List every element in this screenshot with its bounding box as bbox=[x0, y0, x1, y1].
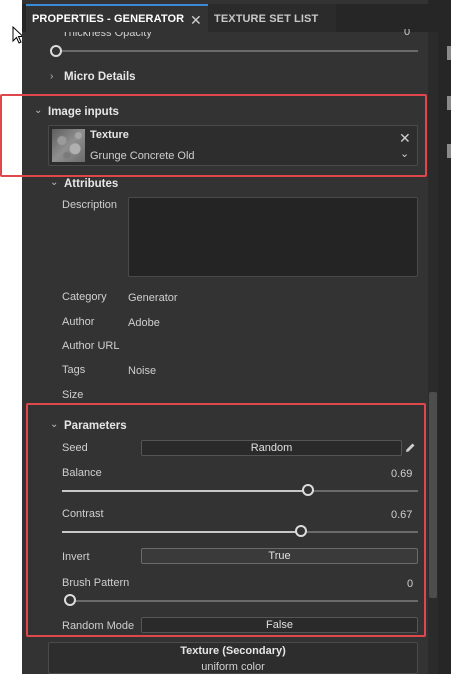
invert-label: Invert bbox=[62, 551, 90, 563]
chevron-down-icon[interactable]: ⌄ bbox=[400, 147, 409, 160]
tab-bar: PROPERTIES - GENERATOR ✕ TEXTURE SET LIS… bbox=[22, 4, 428, 32]
description-field[interactable] bbox=[128, 197, 418, 277]
texture-secondary-card[interactable]: Texture (Secondary) uniform color bbox=[48, 642, 418, 674]
tab-label: PROPERTIES - GENERATOR bbox=[32, 13, 185, 25]
brush-pattern-label: Brush Pattern bbox=[62, 577, 130, 589]
section-parameters[interactable]: Parameters bbox=[64, 420, 127, 432]
scrollbar-thumb[interactable] bbox=[429, 392, 437, 598]
section-micro-details[interactable]: Micro Details bbox=[64, 71, 136, 83]
properties-panel bbox=[22, 0, 428, 674]
texture-secondary-subtitle: uniform color bbox=[201, 661, 265, 673]
thickness-opacity-slider-handle[interactable] bbox=[50, 45, 62, 57]
tab-properties-generator[interactable]: PROPERTIES - GENERATOR ✕ bbox=[26, 4, 208, 32]
chevron-right-icon[interactable]: › bbox=[50, 71, 53, 82]
left-margin bbox=[0, 0, 22, 674]
close-icon[interactable]: ✕ bbox=[399, 130, 411, 147]
texture-input-card[interactable]: Texture Grunge Concrete Old ✕ ⌄ bbox=[48, 125, 418, 166]
brush-pattern-slider-handle[interactable] bbox=[64, 594, 76, 606]
author-value: Adobe bbox=[128, 317, 160, 329]
tags-value: Noise bbox=[128, 365, 157, 377]
random-mode-label: Random Mode bbox=[62, 620, 135, 632]
balance-label: Balance bbox=[62, 467, 102, 479]
seed-label: Seed bbox=[62, 442, 88, 454]
texture-thumbnail bbox=[52, 129, 85, 162]
balance-slider-fill bbox=[62, 490, 308, 492]
brush-pattern-value: 0 bbox=[407, 578, 414, 590]
close-icon[interactable]: ✕ bbox=[190, 6, 204, 34]
balance-slider-handle[interactable] bbox=[301, 484, 314, 496]
category-label: Category bbox=[62, 291, 107, 303]
thickness-opacity-label: Thickness Opacity bbox=[62, 32, 152, 39]
tags-label: Tags bbox=[62, 364, 86, 376]
texture-secondary-title: Texture (Secondary) bbox=[180, 645, 286, 657]
invert-toggle[interactable]: True bbox=[141, 548, 418, 564]
chevron-down-icon[interactable]: ⌄ bbox=[50, 177, 58, 188]
size-label: Size bbox=[62, 389, 84, 401]
thickness-opacity-slider-track[interactable] bbox=[56, 50, 418, 52]
contrast-value: 0.67 bbox=[391, 509, 413, 521]
texture-value: Grunge Concrete Old bbox=[90, 150, 195, 162]
description-label: Description bbox=[62, 199, 118, 211]
section-attributes[interactable]: Attributes bbox=[64, 178, 118, 190]
brush-pattern-slider-track[interactable] bbox=[70, 600, 418, 602]
category-value: Generator bbox=[128, 292, 178, 304]
thickness-opacity-value: 0 bbox=[404, 29, 411, 38]
seed-random-button[interactable]: Random bbox=[141, 440, 402, 456]
contrast-slider-fill bbox=[62, 531, 301, 533]
balance-value: 0.69 bbox=[391, 468, 413, 480]
chevron-down-icon[interactable]: ⌄ bbox=[34, 105, 42, 116]
section-image-inputs[interactable]: Image inputs bbox=[48, 106, 119, 118]
random-mode-toggle[interactable]: False bbox=[141, 617, 418, 633]
chevron-down-icon[interactable]: ⌄ bbox=[50, 419, 58, 430]
pencil-icon[interactable] bbox=[405, 442, 416, 453]
contrast-label: Contrast bbox=[62, 508, 104, 520]
texture-label: Texture bbox=[90, 129, 129, 141]
toolbar-icon[interactable] bbox=[447, 46, 451, 60]
author-label: Author bbox=[62, 316, 95, 328]
tab-label: TEXTURE SET LIST bbox=[214, 13, 319, 25]
tab-texture-set-list[interactable]: TEXTURE SET LIST bbox=[208, 4, 336, 32]
author-url-label: Author URL bbox=[62, 340, 120, 352]
toolbar-icon[interactable] bbox=[447, 144, 451, 158]
toolbar-icon[interactable] bbox=[447, 96, 451, 110]
contrast-slider-handle[interactable] bbox=[294, 525, 307, 537]
